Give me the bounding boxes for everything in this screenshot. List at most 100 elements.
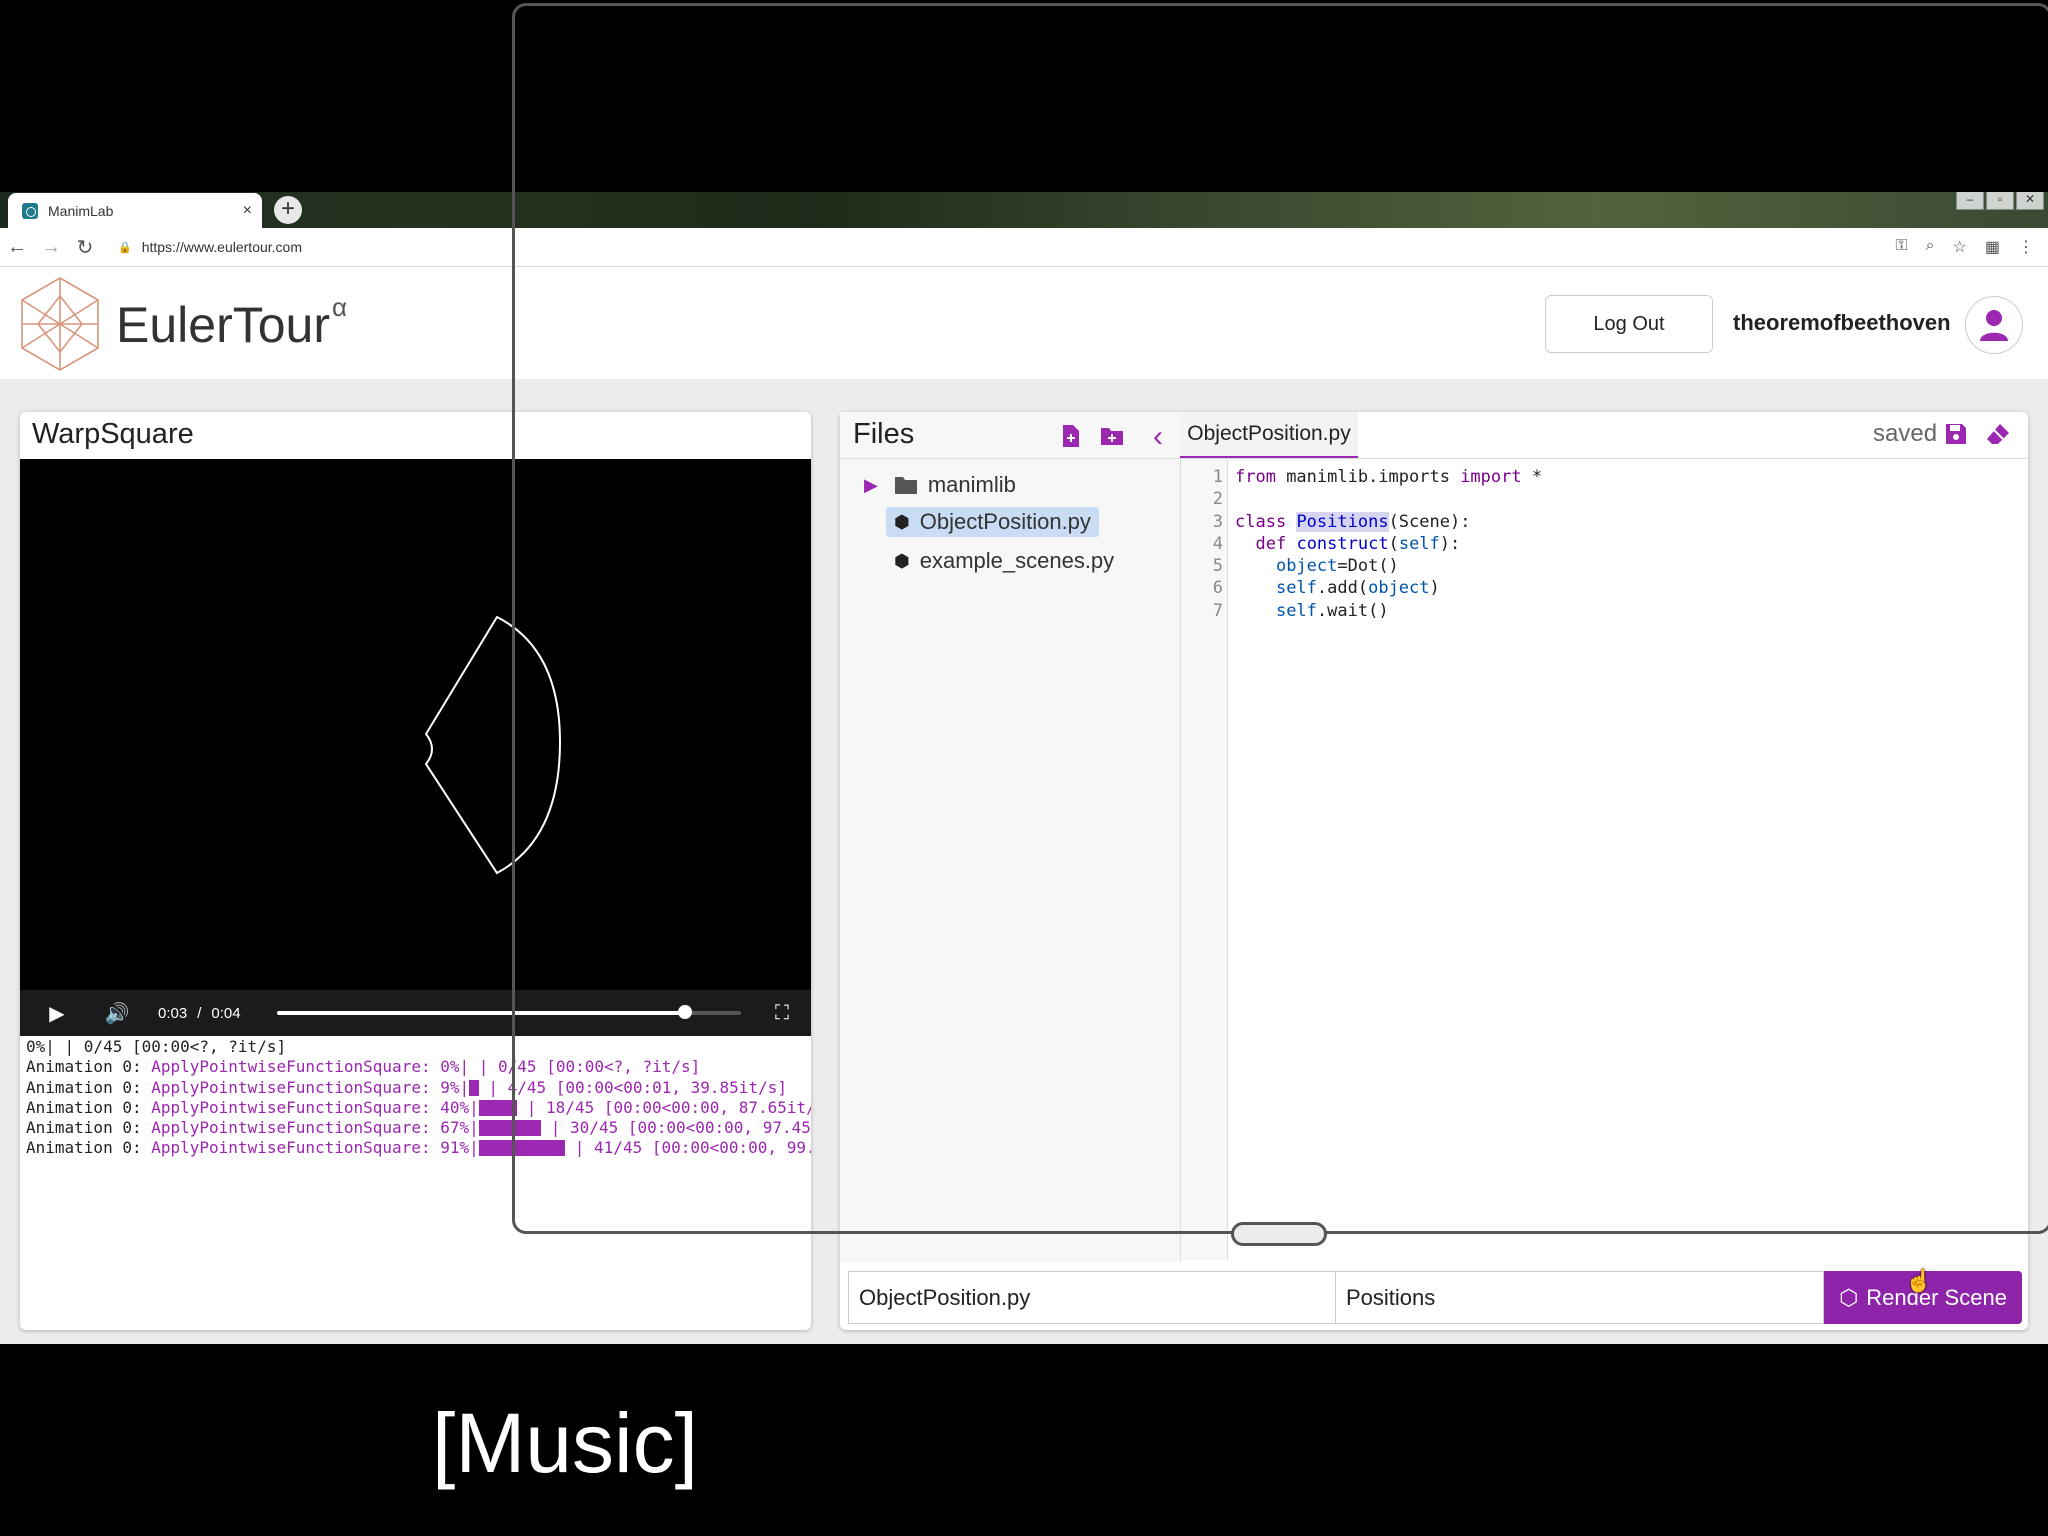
editor-header-divider: [1180, 458, 2028, 459]
video-caption: [Music]: [431, 1396, 699, 1490]
line-number: 3: [1212, 511, 1223, 532]
url-field[interactable]: 🔒 https://www.eulertour.com: [118, 239, 302, 255]
code-line: def construct(self):: [1255, 533, 1461, 554]
bookmark-star-icon[interactable]: ☆: [1953, 237, 1967, 257]
video-player[interactable]: [20, 459, 811, 990]
render-console: 0%| | 0/45 [00:00<?, ?it/s] Animation 0: …: [26, 1037, 811, 1167]
url-text: https://www.eulertour.com: [141, 239, 302, 255]
seek-bar-handle[interactable]: [677, 1005, 692, 1019]
lock-icon: 🔒: [118, 241, 132, 254]
mouse-cursor-icon: ☝: [1905, 1268, 1933, 1293]
progress-bar: [478, 1099, 518, 1116]
eulertour-logo-icon[interactable]: [20, 276, 100, 372]
code-editor[interactable]: from manimlib.imports import * class Pos…: [1235, 466, 1542, 622]
progress-bar: [469, 1079, 479, 1096]
line-number: 4: [1212, 533, 1223, 554]
reload-icon[interactable]: ↻: [68, 235, 102, 260]
line-number: 7: [1212, 600, 1223, 621]
volume-icon[interactable]: 🔊: [102, 1001, 132, 1026]
avatar[interactable]: [1965, 296, 2023, 354]
files-title: Files: [853, 418, 915, 450]
scene-title: WarpSquare: [32, 418, 194, 450]
new-file-icon[interactable]: [1059, 424, 1083, 448]
files-divider: [840, 458, 1180, 459]
address-bar: ← → ↻ 🔒 https://www.eulertour.com ⚿ ⌕ ☆ …: [0, 228, 2048, 267]
files-sidebar: [840, 412, 1181, 1262]
brand-text: EulerTour: [116, 297, 330, 353]
progress-bar: [478, 1140, 566, 1157]
close-window-button[interactable]: ✕: [2016, 190, 2044, 210]
browser-tab[interactable]: ManimLab ×: [8, 193, 262, 229]
save-status: saved: [1873, 420, 1938, 447]
render-scene-input[interactable]: Positions: [1336, 1271, 1824, 1324]
user-icon: [1980, 310, 2008, 341]
render-button-label: Render Scene: [1866, 1284, 2007, 1310]
console-line: 0%| | 0/45 [00:00<?, ?it/s]: [26, 1037, 287, 1056]
key-icon[interactable]: ⚿: [1895, 237, 1907, 257]
device-frame-handle: [1231, 1222, 1327, 1246]
line-number: 2: [1212, 489, 1223, 510]
tree-file-example-scenes[interactable]: ⬢ example_scenes.py: [886, 548, 1122, 574]
new-tab-button[interactable]: +: [274, 196, 302, 224]
restore-button[interactable]: ▫: [1986, 190, 2014, 210]
console-line: Animation 0: ApplyPointwiseFunctionSquar…: [26, 1077, 787, 1097]
play-icon[interactable]: ▶: [42, 1001, 72, 1026]
tree-folder-manimlib[interactable]: ▶ manimlib: [864, 472, 1016, 498]
browser-tab-title: ManimLab: [48, 203, 114, 219]
render-file-input[interactable]: ObjectPosition.py: [848, 1271, 1336, 1324]
caret-right-icon[interactable]: ▶: [864, 475, 878, 496]
code-line: class Positions(Scene):: [1235, 511, 1471, 532]
code-line: from manimlib.imports import *: [1235, 467, 1543, 487]
overlay-black-area: [515, 6, 2048, 192]
username: theoremofbeethoven: [1733, 310, 1951, 335]
forward-icon[interactable]: →: [34, 236, 68, 259]
tree-item-label: ObjectPosition.py: [919, 509, 1091, 534]
collapse-sidebar-icon[interactable]: ‹: [1146, 420, 1170, 454]
tree-item-label: manimlib: [927, 472, 1016, 497]
render-bar: ObjectPosition.py Positions ⬡ Render Sce…: [848, 1271, 2022, 1324]
cube-icon: ⬡: [1839, 1284, 1859, 1310]
save-icon[interactable]: [1944, 422, 1968, 446]
python-file-icon: ⬢: [894, 511, 910, 532]
duration: 0:04: [211, 1004, 241, 1022]
window-controls: – ▫ ✕: [1956, 190, 2044, 210]
back-icon[interactable]: ←: [0, 236, 34, 259]
code-line: object=Dot(): [1275, 556, 1399, 577]
progress-bar: [478, 1120, 542, 1137]
new-folder-icon[interactable]: [1100, 424, 1124, 448]
manimlab-favicon-icon: [22, 203, 38, 219]
menu-kebab-icon[interactable]: ⋮: [2018, 237, 2034, 257]
editor-tab[interactable]: ObjectPosition.py: [1180, 412, 1358, 459]
logout-button[interactable]: Log Out: [1545, 295, 1713, 353]
code-line: self.add(object): [1275, 578, 1440, 599]
time-separator: /: [197, 1004, 202, 1022]
tree-item-label: example_scenes.py: [919, 548, 1115, 573]
fullscreen-icon[interactable]: ⛶: [775, 1002, 789, 1025]
minimize-button[interactable]: –: [1956, 190, 1984, 210]
current-time: 0:03: [158, 1004, 188, 1022]
browser-tab-bar: [0, 192, 2048, 228]
console-line: Animation 0: ApplyPointwiseFunctionSquar…: [26, 1138, 811, 1158]
folder-icon: [894, 477, 917, 494]
zoom-icon[interactable]: ⌕: [1926, 237, 1935, 257]
code-line: self.wait(): [1275, 600, 1389, 621]
tree-file-objectposition[interactable]: ⬢ ObjectPosition.py: [886, 507, 1099, 537]
python-file-icon: ⬢: [894, 550, 910, 571]
warped-square-shape: [424, 615, 562, 875]
line-number: 5: [1212, 556, 1223, 577]
console-line: Animation 0: ApplyPointwiseFunctionSquar…: [26, 1057, 701, 1077]
eraser-icon[interactable]: [1986, 422, 2010, 446]
tab-close-icon[interactable]: ×: [243, 202, 252, 220]
line-number: 6: [1212, 578, 1223, 599]
video-seek-bar[interactable]: [276, 1005, 741, 1019]
brand-alpha: α: [332, 292, 348, 322]
seek-bar-fill: [276, 1011, 685, 1015]
console-line: Animation 0: ApplyPointwiseFunctionSquar…: [26, 1118, 811, 1138]
console-line: Animation 0: ApplyPointwiseFunctionSquar…: [26, 1097, 811, 1117]
extension-icon[interactable]: ▦: [1985, 237, 2000, 257]
video-controls: ▶ 🔊 0:03 / 0:04 ⛶: [20, 990, 811, 1036]
line-number: 1: [1212, 467, 1223, 487]
line-numbers: 1 2 3 4 5 6 7: [1181, 466, 1223, 622]
brand-name[interactable]: EulerTourα: [116, 292, 347, 354]
